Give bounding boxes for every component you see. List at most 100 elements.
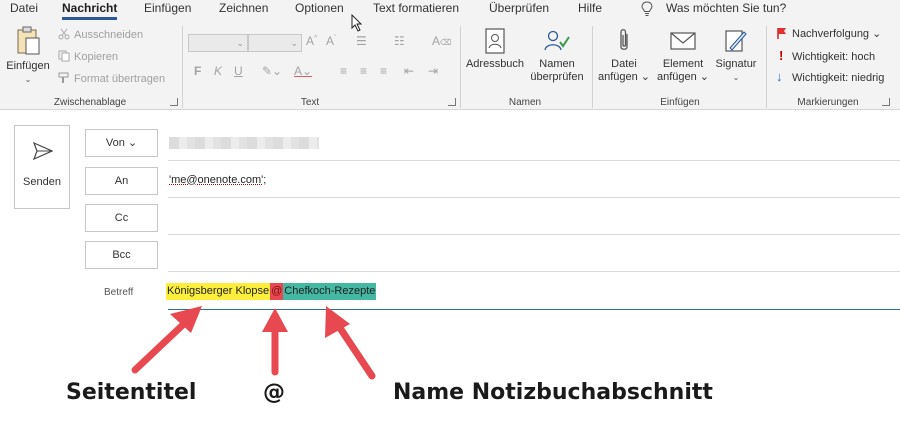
group-separator xyxy=(592,26,593,108)
send-label: Senden xyxy=(23,176,61,188)
subject-field-underline xyxy=(168,309,900,310)
subject-input[interactable]: Königsberger Klopse @ Chefkoch-Rezepte xyxy=(166,283,377,300)
tab-nachricht[interactable]: Nachricht xyxy=(62,0,118,20)
format-painter-button[interactable]: Format übertragen xyxy=(74,73,165,86)
align-center-icon[interactable]: ≡ xyxy=(360,64,367,78)
clear-formatting-icon[interactable]: A⌫ xyxy=(432,34,451,48)
low-importance-button[interactable]: Wichtigkeit: niedrig xyxy=(792,72,884,85)
subject-at-sign: @ xyxy=(270,283,284,300)
paste-label: Einfügen xyxy=(6,60,50,72)
numbering-icon[interactable]: ☷ xyxy=(394,34,405,48)
clipboard-icon xyxy=(17,26,40,55)
annotation-at: @ xyxy=(263,380,285,405)
ribbon-tab-bar: Datei Nachricht Einfügen Zeichnen Option… xyxy=(0,0,900,22)
shrink-font-icon[interactable]: Aˇ xyxy=(326,34,336,48)
format-painter-icon xyxy=(58,72,69,83)
paperclip-icon xyxy=(620,29,628,50)
bcc-field-divider xyxy=(168,271,900,272)
font-color-icon[interactable]: A⌄ xyxy=(294,64,312,78)
down-arrow-icon: ↓ xyxy=(776,69,783,84)
address-book-icon xyxy=(485,28,505,54)
envelope-icon xyxy=(670,32,696,50)
arrow-section-name xyxy=(325,306,376,380)
high-importance-button[interactable]: Wichtigkeit: hoch xyxy=(792,51,875,64)
from-button[interactable]: Von ⌄ xyxy=(85,129,158,157)
ribbon: Einfügen ⌄ Ausschneiden Kopieren Format … xyxy=(0,22,900,110)
send-icon xyxy=(33,142,53,160)
annotation-page-title: Seitentitel xyxy=(66,380,197,405)
exclamation-icon: ! xyxy=(779,48,784,63)
check-names-icon xyxy=(544,30,570,51)
annotation-section-name: Name Notizbuchabschnitt xyxy=(393,380,713,405)
to-button[interactable]: An xyxy=(85,167,158,195)
address-book-button[interactable]: Adressbuch xyxy=(464,28,526,71)
attach-file-label-2: anfügen ⌄ xyxy=(597,71,651,83)
to-address: 'me@onenote.com' xyxy=(169,174,264,186)
tags-launcher-icon[interactable] xyxy=(882,98,890,106)
to-field-divider xyxy=(168,197,900,198)
copy-icon xyxy=(58,50,70,62)
tab-ueberpruefen[interactable]: Überprüfen xyxy=(489,0,549,18)
attach-item-label-2: anfügen ⌄ xyxy=(656,71,710,83)
follow-up-button[interactable]: Nachverfolgung ⌄ xyxy=(792,28,881,41)
attach-item-button[interactable]: Element anfügen ⌄ xyxy=(654,28,712,84)
scissors-icon xyxy=(58,28,70,40)
group-label-tags: Markierungen xyxy=(797,97,859,108)
signature-button[interactable]: Signatur ⌄ xyxy=(712,28,760,84)
cc-button[interactable]: Cc xyxy=(85,204,158,232)
group-label-names: Namen xyxy=(508,97,542,108)
attach-file-label-1: Datei xyxy=(611,58,637,70)
signature-label: Signatur xyxy=(715,58,757,70)
align-right-icon[interactable]: ≡ xyxy=(380,64,387,78)
arrow-page-title xyxy=(131,306,202,374)
group-label-insert: Einfügen xyxy=(660,97,700,108)
group-separator xyxy=(766,26,767,108)
increase-indent-icon[interactable]: ⇥ xyxy=(428,64,438,78)
font-name-select[interactable]: ⌄ xyxy=(188,34,248,52)
subject-section-name: Chefkoch-Rezepte xyxy=(283,283,377,300)
subject-label: Betreff xyxy=(104,287,134,298)
check-names-label-1: Namen xyxy=(539,58,575,70)
tell-me-search[interactable]: Was möchten Sie tun? xyxy=(666,0,786,18)
decrease-indent-icon[interactable]: ⇤ xyxy=(404,64,414,78)
group-separator xyxy=(460,26,461,108)
check-names-label-2: überprüfen xyxy=(530,71,584,83)
clipboard-launcher-icon[interactable] xyxy=(170,98,178,106)
to-field[interactable]: 'me@onenote.com'; xyxy=(169,174,266,186)
send-button[interactable]: Senden xyxy=(14,125,70,209)
align-left-icon[interactable]: ≡ xyxy=(340,64,347,78)
tab-hilfe[interactable]: Hilfe xyxy=(578,0,602,18)
underline-button[interactable]: U xyxy=(234,64,243,78)
group-label-text: Text xyxy=(300,97,320,108)
signature-icon xyxy=(725,30,747,52)
tab-zeichnen[interactable]: Zeichnen xyxy=(219,0,268,18)
attach-item-label-1: Element xyxy=(662,58,704,70)
cut-button[interactable]: Ausschneiden xyxy=(74,29,143,42)
grow-font-icon[interactable]: A^ xyxy=(306,34,317,48)
tab-einfuegen[interactable]: Einfügen xyxy=(144,0,191,18)
check-names-button[interactable]: Namen überprüfen xyxy=(526,28,588,84)
copy-button[interactable]: Kopieren xyxy=(74,51,118,64)
bcc-button[interactable]: Bcc xyxy=(85,241,158,269)
cc-field-divider xyxy=(168,234,900,235)
attach-file-button[interactable]: Datei anfügen ⌄ xyxy=(596,28,652,84)
highlight-icon[interactable]: ✎⌄ xyxy=(262,64,282,78)
from-address-blurred xyxy=(169,137,319,149)
group-label-clipboard: Zwischenablage xyxy=(53,97,127,108)
bold-button[interactable]: F xyxy=(194,64,201,78)
text-launcher-icon[interactable] xyxy=(448,98,456,106)
mouse-cursor-icon xyxy=(351,14,363,32)
paste-button[interactable]: Einfügen ⌄ xyxy=(6,26,50,86)
group-separator xyxy=(182,26,183,108)
from-field-divider xyxy=(168,160,900,161)
to-separator: ; xyxy=(263,174,267,186)
italic-button[interactable]: K xyxy=(214,64,222,78)
tab-optionen[interactable]: Optionen xyxy=(295,0,344,18)
arrow-at-sign xyxy=(262,308,288,376)
tab-datei[interactable]: Datei xyxy=(10,0,38,18)
flag-icon xyxy=(777,28,786,39)
subject-page-title: Königsberger Klopse xyxy=(166,283,271,300)
tab-text-formatieren[interactable]: Text formatieren xyxy=(373,0,459,18)
bullets-icon[interactable]: ☰ xyxy=(356,34,367,48)
font-size-select[interactable]: ⌄ xyxy=(248,34,302,52)
